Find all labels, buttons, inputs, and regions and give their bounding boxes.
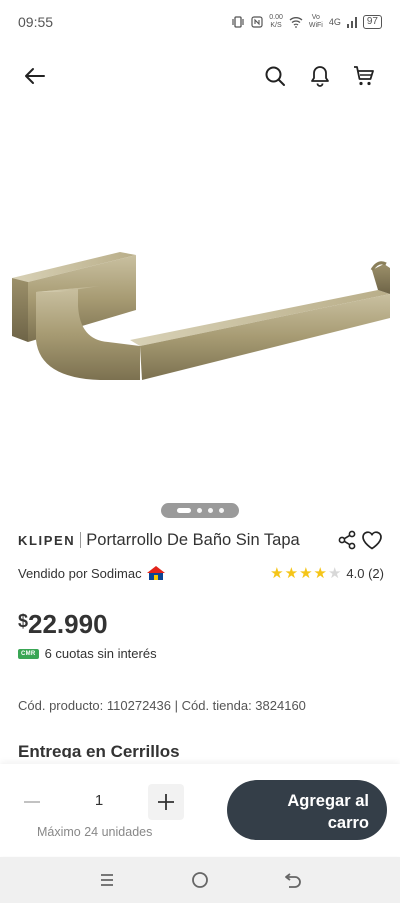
bell-icon [311,66,329,87]
status-time: 09:55 [18,14,54,30]
pager-dot[interactable] [218,508,224,513]
cart-icon [354,66,374,86]
pager-dot-active[interactable] [176,508,191,513]
system-nav-bar [0,857,400,903]
product-price: $22.990 [18,609,108,640]
notifications-button[interactable] [306,62,334,90]
back-nav-icon [285,873,302,888]
top-bar [0,52,400,100]
product-rating[interactable]: ★ ★ ★ ★ ★ 4.0 (2) [270,564,384,582]
price-amount: 22.990 [28,609,108,639]
home-circle-icon [192,872,208,888]
minus-icon [24,801,40,803]
max-quantity-note: Máximo 24 unidades [37,825,153,839]
seller-row: Vendido por Sodimac ★ ★ ★ ★ ★ 4.0 (2) [18,562,384,584]
purchase-bar: 1 Máximo 24 unidades Agregar al carro [0,764,400,856]
battery-indicator: 97 [362,15,382,29]
back-nav-button[interactable] [278,865,308,895]
share-button[interactable] [336,529,358,551]
net-speed: 0.00 K/S [269,14,283,29]
favorite-button[interactable] [360,529,384,551]
signal-icon [346,17,357,28]
quantity-stepper: 1 [14,784,184,820]
installments-text: 6 cuotas sin interés [44,646,157,661]
seller-text: Vendido por Sodimac [18,565,142,581]
star-icon: ★ [299,565,313,582]
cart-button[interactable] [350,62,378,90]
product-codes: Cód. producto: 110272436 | Cód. tienda: … [18,698,306,713]
product-brand[interactable]: KLIPEN [18,533,75,548]
star-icon: ★ [284,565,299,582]
installments-row: CMR 6 cuotas sin interés [18,646,157,661]
share-icon [338,530,356,550]
vowifi-label: Vo WiFi [308,14,323,29]
back-button[interactable] [21,62,49,90]
network-label: 4G [328,17,341,27]
status-icons: 0.00 K/S Vo WiFi 4G 97 [231,14,382,30]
star-icon: ★ [270,565,284,582]
product-image [12,252,390,380]
status-bar: 09:55 0.00 K/S Vo WiFi 4G 97 [0,0,400,44]
delivery-heading: Entrega en Cerrillos [18,742,180,758]
add-to-cart-button[interactable]: Agregar al carro [227,780,387,840]
search-icon [265,66,285,86]
add-to-cart-label-line1: Agregar al [287,792,369,810]
price-currency: $ [18,611,29,631]
cmr-badge: CMR [18,648,39,659]
vibrate-icon [232,16,244,28]
decrease-quantity-button[interactable] [14,784,50,820]
image-pager[interactable] [161,503,239,518]
search-button[interactable] [261,62,289,90]
plus-icon [158,794,174,810]
pager-dot[interactable] [196,508,202,513]
product-image-carousel[interactable] [0,110,400,500]
product-title-row: KLIPEN Portarrollo De Baño Sin Tapa [18,527,384,553]
star-icon: ★ [313,565,327,582]
arrow-left-icon [25,68,45,84]
heart-icon [362,531,382,550]
sodimac-logo-icon [146,566,165,580]
home-button[interactable] [185,865,215,895]
brand-separator [80,532,82,548]
product-title: Portarrollo De Baño Sin Tapa [86,530,300,549]
recents-button[interactable] [92,865,122,895]
nfc-icon [251,16,263,28]
wifi-icon [289,17,303,28]
increase-quantity-button[interactable] [148,784,184,820]
quantity-value: 1 [94,792,104,809]
rating-text: 4.0 (2) [346,565,384,581]
add-to-cart-label-line2: carro [327,814,369,832]
star-empty-icon: ★ [327,565,342,582]
pager-dot[interactable] [207,508,213,513]
menu-icon [100,874,113,886]
